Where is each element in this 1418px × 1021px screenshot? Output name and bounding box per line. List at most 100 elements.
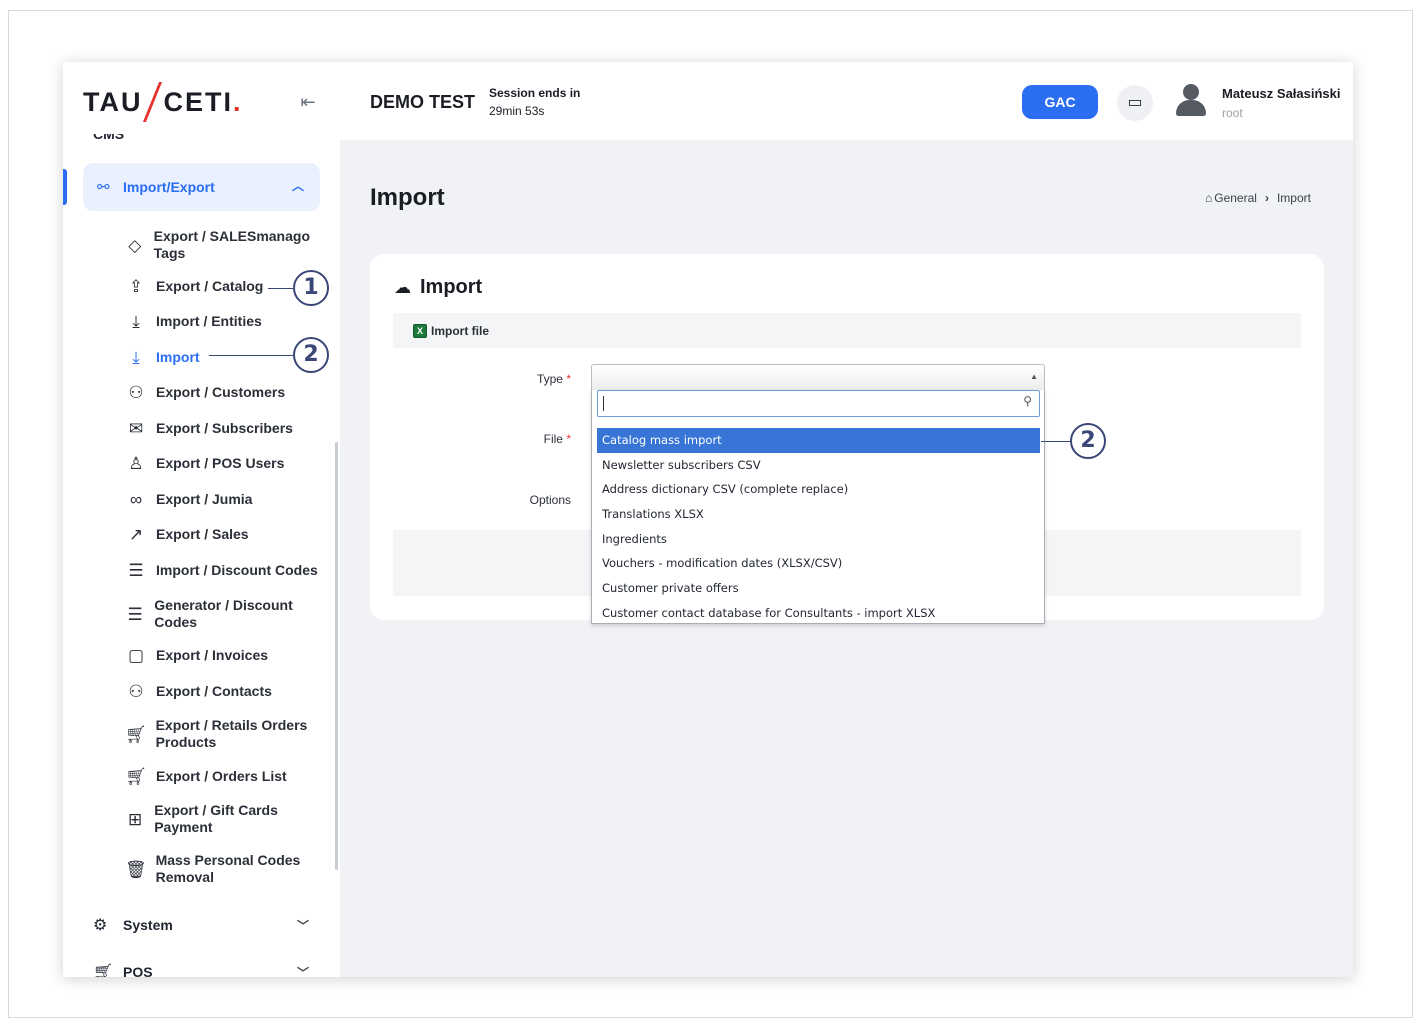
sidebar-item-label: Export / POS Users: [156, 455, 285, 471]
callout-1-catalog: 1: [293, 270, 329, 306]
upload-icon: ⇪: [128, 277, 144, 296]
sidebar-item-label: Export / Orders List: [156, 768, 287, 784]
dropdown-option[interactable]: Catalog mass import: [597, 428, 1040, 453]
sidebar-item-label: Export / Subscribers: [156, 420, 293, 436]
breadcrumb-import: Import: [1276, 191, 1311, 205]
sidebar-item-import-entities[interactable]: ⤓ Import / Entities: [125, 313, 325, 330]
cart-icon: 🛒︎: [125, 767, 147, 786]
trash-icon: 🗑︎: [125, 859, 147, 879]
sidebar-group-label: POS: [123, 964, 153, 977]
card-title-text: Import: [420, 276, 483, 298]
sidebar-item-export-retails-orders-products[interactable]: 🛒︎ Export / Retails Orders Products: [125, 717, 325, 751]
sidebar-item-mass-personal-codes-removal[interactable]: 🗑︎ Mass Personal Codes Removal: [125, 852, 325, 886]
share-icon: ⚯: [97, 179, 110, 196]
sidebar-item-export-subscribers[interactable]: ✉ Export / Subscribers: [125, 420, 325, 437]
home-icon: ⌂: [1205, 191, 1213, 205]
logo-part1: TAU: [83, 86, 143, 117]
type-dropdown: ⚲ Catalog mass import Newsletter subscri…: [591, 390, 1045, 624]
cart-icon: 🛒︎: [93, 964, 114, 977]
caret-up-icon: ▲: [1030, 372, 1038, 381]
dropdown-option[interactable]: Newsletter subscribers CSV: [597, 453, 1040, 478]
avatar-body: [1176, 100, 1206, 116]
callout-line: [268, 288, 293, 289]
list-icon: ☰: [128, 561, 144, 580]
sidebar-item-label: Export / Customers: [156, 384, 286, 400]
callout-2-dropdown: 2: [1070, 423, 1106, 459]
sidebar-item-label: Export / Jumia: [156, 491, 253, 507]
download-icon: ⤓: [132, 312, 140, 331]
environment-title: DEMO TEST: [370, 92, 476, 112]
dropdown-search-input[interactable]: [598, 391, 998, 415]
callout-2-import: 2: [293, 337, 329, 373]
chevron-up-icon: ︿: [291, 179, 304, 193]
sidebar-group-import-export[interactable]: ⚯ Import/Export ︿: [83, 163, 320, 211]
tag-icon: ◇: [128, 235, 142, 255]
dropdown-options: Catalog mass import Newsletter subscribe…: [597, 428, 1040, 623]
gac-button[interactable]: GAC: [1022, 85, 1098, 119]
import-file-section: X Import file: [393, 313, 1301, 348]
sidebar-item-export-jumia[interactable]: ∞ Export / Jumia: [125, 491, 325, 508]
sidebar-group-pos[interactable]: 🛒︎ POS ﹀: [93, 962, 309, 977]
avatar[interactable]: [1174, 82, 1208, 118]
type-select[interactable]: ▲: [591, 364, 1045, 390]
sidebar-item-generator-discount-codes[interactable]: ☰ Generator / Discount Codes: [125, 597, 325, 631]
app-window: TAU CETI. ⇤ CMS ⚯ Import/Export ︿ ◇ Expo…: [63, 62, 1353, 977]
sidebar-group-label: Import/Export: [123, 179, 215, 195]
sidebar-item-cms[interactable]: CMS: [93, 134, 313, 148]
file-label-text: File: [543, 432, 563, 446]
avatar-head: [1183, 84, 1199, 100]
sidebar-item-label: Mass Personal Codes Removal: [155, 852, 301, 885]
dropdown-option[interactable]: Customer contact database for Consultant…: [597, 601, 1040, 623]
breadcrumb-general[interactable]: General: [1214, 191, 1257, 205]
chevron-down-icon: ﹀: [296, 918, 309, 933]
sidebar-item-export-customers[interactable]: ⚇ Export / Customers: [125, 384, 325, 401]
dropdown-option[interactable]: Vouchers - modification dates (XLSX/CSV): [597, 551, 1040, 576]
sidebar-item-label: Export / SALESmanago Tags: [153, 228, 310, 261]
user-name[interactable]: Mateusz Sałasiński: [1222, 86, 1341, 101]
sidebar-item-export-contacts[interactable]: ⚇ Export / Contacts: [125, 683, 325, 700]
collapse-sidebar-icon[interactable]: ⇤: [296, 90, 320, 114]
sidebar-item-label: Export / Contacts: [156, 683, 272, 699]
sidebar-item-export-sales[interactable]: ↗ Export / Sales: [125, 526, 325, 543]
sidebar-group-label: System: [123, 917, 173, 933]
sidebar-item-export-pos-users[interactable]: ♙ Export / POS Users: [125, 455, 325, 472]
sidebar-item-export-salesmanago-tags[interactable]: ◇ Export / SALESmanago Tags: [125, 228, 325, 262]
sidebar-item-label: CMS: [93, 134, 125, 142]
dropdown-option[interactable]: Customer private offers: [597, 576, 1040, 601]
sidebar-item-label: Export / Gift Cards Payment: [154, 802, 278, 835]
logo[interactable]: TAU CETI.: [83, 82, 243, 122]
search-icon: ⚲: [1023, 394, 1032, 408]
logo-slash: [142, 82, 162, 122]
active-indicator: [63, 169, 67, 205]
sidebar-item-label: Export / Sales: [156, 526, 249, 542]
sidebar-scrollbar[interactable]: [335, 442, 338, 870]
dropdown-option[interactable]: Address dictionary CSV (complete replace…: [597, 477, 1040, 502]
cloud-download-icon: ☁: [394, 277, 411, 297]
clipboard-icon: ▢: [127, 646, 145, 665]
cart-icon: 🛒︎: [125, 724, 147, 744]
trend-icon: ↗: [128, 525, 144, 544]
user-icon: ♙: [128, 454, 144, 473]
card-title: ☁ Import: [394, 276, 482, 299]
chat-icon[interactable]: ▭: [1117, 85, 1153, 121]
sidebar-item-label: Generator / Discount Codes: [154, 597, 293, 630]
excel-icon: X: [413, 323, 427, 338]
sidebar-group-system[interactable]: ⚙ System ﹀: [93, 915, 309, 935]
chevron-down-icon: ﹀: [296, 965, 309, 978]
sidebar-item-export-invoices[interactable]: ▢ Export / Invoices: [125, 647, 325, 664]
gear-icon: ⚙: [93, 917, 108, 934]
text-caret: [603, 396, 604, 411]
users-icon: ⚇: [128, 682, 144, 701]
list-icon: ☰: [127, 604, 143, 624]
mail-icon: ✉: [128, 419, 144, 438]
dropdown-option[interactable]: Ingredients: [597, 527, 1040, 552]
sidebar-item-label: Export / Catalog: [156, 278, 264, 294]
sidebar-item-export-gift-cards-payment[interactable]: ⊞ Export / Gift Cards Payment: [125, 802, 325, 836]
top-header: DEMO TEST Session ends in 29min 53s GAC …: [340, 62, 1353, 140]
dropdown-search[interactable]: ⚲: [597, 390, 1040, 417]
sidebar-item-label: Import / Entities: [156, 313, 262, 329]
sidebar-item-export-orders-list[interactable]: 🛒︎ Export / Orders List: [125, 768, 325, 785]
sidebar-item-import-discount-codes[interactable]: ☰ Import / Discount Codes: [125, 562, 325, 579]
sidebar: TAU CETI. ⇤ CMS ⚯ Import/Export ︿ ◇ Expo…: [63, 62, 340, 977]
dropdown-option[interactable]: Translations XLSX: [597, 502, 1040, 527]
